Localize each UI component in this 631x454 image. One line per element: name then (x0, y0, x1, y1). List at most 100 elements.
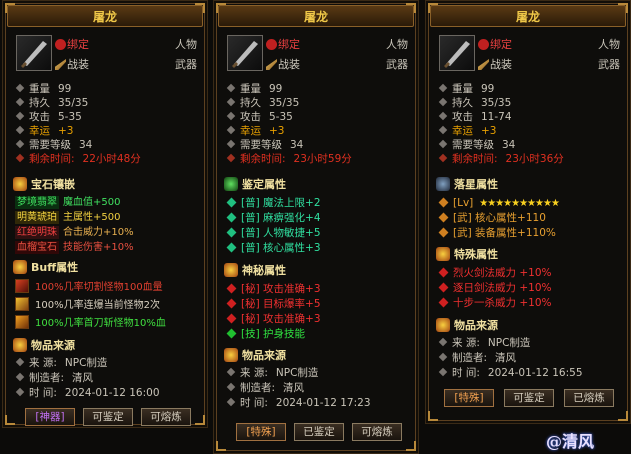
time-remaining: 剩余时间: 23小时36分 (438, 153, 624, 166)
special-row: 逐日剑法威力 +10% (438, 282, 624, 295)
bind-row: 绑定 人物 (266, 37, 408, 53)
slot-row: 战装 武器 (55, 57, 197, 73)
slot-row: 战装 武器 (478, 57, 620, 73)
time-remaining: 剩余时间: 22小时48分 (15, 153, 201, 166)
mystery-row: [秘] 目标爆率+5 (226, 298, 412, 311)
star-rating: ★★★★★★★★★★ (479, 198, 560, 209)
item-title: 屠龙 (7, 5, 203, 27)
gem-row: 血榴宝石 技能伤害+10% (15, 241, 134, 254)
mystery-row: [秘] 攻击准确+3 (226, 283, 412, 296)
star-attr-row: [武] 核心属性+110 (438, 212, 624, 225)
stat-row: 持久 35/35 (226, 97, 412, 110)
item-tooltip-panel-1: 屠龙 绑定 人物 战装 武器 重量 99 持久 35/35 攻击 5-35 幸运 +3 … (2, 0, 208, 428)
stat-row: 需要等级 34 (226, 139, 412, 152)
origin-row: 制造者: 清风 (438, 352, 624, 365)
slot-row: 战装 武器 (266, 57, 408, 73)
origin-row: 时 间: 2024-01-12 16:55 (438, 367, 624, 380)
strike-icon (15, 315, 29, 329)
special-section-title: 特殊属性 (436, 246, 624, 263)
origin-icon (224, 348, 238, 362)
identify-button[interactable]: 可鉴定 (83, 408, 133, 426)
mystery-row: [秘] 攻击准确+3 (226, 313, 412, 326)
gem-row: 梦境翡翠 魔血值+500 (15, 196, 121, 209)
item-tooltip-panel-2: 屠龙 绑定 人物 战装 武器 重量 99 持久 35/35 攻击 5-35 幸运 +3 … (213, 0, 419, 454)
origin-icon (436, 318, 450, 332)
star-section-icon (436, 177, 450, 191)
identify-button[interactable]: 可鉴定 (504, 389, 554, 407)
mystery-row: [技] 护身技能 (226, 328, 412, 341)
ident-row: [普] 人物敏捷+5 (226, 227, 412, 240)
origin-row: 制造者: 清风 (15, 372, 201, 385)
special-icon (436, 247, 450, 261)
lock-icon (478, 39, 489, 50)
stat-row: 攻击 11-74 (438, 111, 624, 124)
origin-row: 来 源: NPC制造 (15, 357, 201, 370)
bind-row: 绑定 人物 (478, 37, 620, 53)
burst-icon (15, 297, 29, 311)
buff-row: 100%几率首刀斩怪物10%血 (15, 315, 201, 332)
origin-row: 时 间: 2024-01-12 16:00 (15, 387, 201, 400)
star-level-row: [Lv] ★★★★★★★★★★ (438, 197, 624, 210)
time-remaining: 剩余时间: 23小时59分 (226, 153, 412, 166)
buff-icon (13, 260, 27, 274)
bind-row: 绑定 人物 (55, 37, 197, 53)
item-title: 屠龙 (430, 5, 626, 27)
buff-row: 100%几率切割怪物100血量 (15, 279, 201, 296)
ident-row: [普] 核心属性+3 (226, 242, 412, 255)
origin-row: 制造者: 清风 (226, 382, 412, 395)
origin-section-title: 物品来源 (436, 317, 624, 334)
watermark: @清风 (546, 432, 595, 451)
weapon-icon (227, 35, 263, 71)
star-section-title: 落星属性 (436, 176, 624, 193)
gem-row: 红绝明珠 合击威力+10% (15, 226, 134, 239)
stat-row: 重量 99 (226, 83, 412, 96)
origin-icon (13, 338, 27, 352)
sword-icon (478, 59, 489, 70)
stat-row: 重量 99 (15, 83, 201, 96)
ident-section-title: 鉴定属性 (224, 176, 412, 193)
origin-row: 来 源: NPC制造 (226, 367, 412, 380)
stat-row: 持久 35/35 (15, 97, 201, 110)
sword-icon (55, 59, 66, 70)
item-title: 屠龙 (218, 5, 414, 27)
slash-icon (15, 279, 29, 293)
origin-row: 来 源: NPC制造 (438, 337, 624, 350)
lock-icon (266, 39, 277, 50)
lock-icon (55, 39, 66, 50)
stat-row: 攻击 5-35 (15, 111, 201, 124)
artifact-button[interactable]: [神器] (25, 408, 75, 426)
stat-row: 需要等级 34 (15, 139, 201, 152)
star-attr-row: [武] 装备属性+110% (438, 227, 624, 240)
origin-row: 时 间: 2024-01-12 17:23 (226, 397, 412, 410)
mystery-section-title: 神秘属性 (224, 262, 412, 279)
ident-row: [普] 魔法上限+2 (226, 197, 412, 210)
special-button[interactable]: [特殊] (444, 389, 494, 407)
mystery-icon (224, 263, 238, 277)
stat-row: 攻击 5-35 (226, 111, 412, 124)
stat-row: 幸运 +3 (226, 125, 412, 138)
gem-row: 明黄琥珀 主属性+500 (15, 211, 121, 224)
special-row: 烈火剑法威力 +10% (438, 267, 624, 280)
smelted-button[interactable]: 已熔炼 (564, 389, 614, 407)
stat-row: 幸运 +3 (438, 125, 624, 138)
item-tooltip-panel-3: 屠龙 绑定 人物 战装 武器 重量 99 持久 35/35 攻击 11-74 幸运 +3… (425, 0, 631, 424)
origin-section-title: 物品来源 (224, 347, 412, 364)
weapon-icon (439, 35, 475, 71)
stat-row: 重量 99 (438, 83, 624, 96)
stat-row: 幸运 +3 (15, 125, 201, 138)
smelt-button[interactable]: 可熔炼 (352, 423, 402, 441)
buff-section-title: Buff属性 (13, 259, 201, 276)
stat-row: 需要等级 34 (438, 139, 624, 152)
sword-icon (266, 59, 277, 70)
gem-icon (13, 177, 27, 191)
special-row: 十步一杀威力 +10% (438, 297, 624, 310)
gem-section-title: 宝石镶嵌 (13, 176, 201, 193)
stat-row: 持久 35/35 (438, 97, 624, 110)
smelt-button[interactable]: 可熔炼 (141, 408, 191, 426)
weapon-icon (16, 35, 52, 71)
ident-icon (224, 177, 238, 191)
special-button[interactable]: [特殊] (236, 423, 286, 441)
buff-row: 100%几率连爆当前怪物2次 (15, 297, 201, 314)
ident-row: [普] 麻痹强化+4 (226, 212, 412, 225)
identified-button[interactable]: 已鉴定 (294, 423, 344, 441)
